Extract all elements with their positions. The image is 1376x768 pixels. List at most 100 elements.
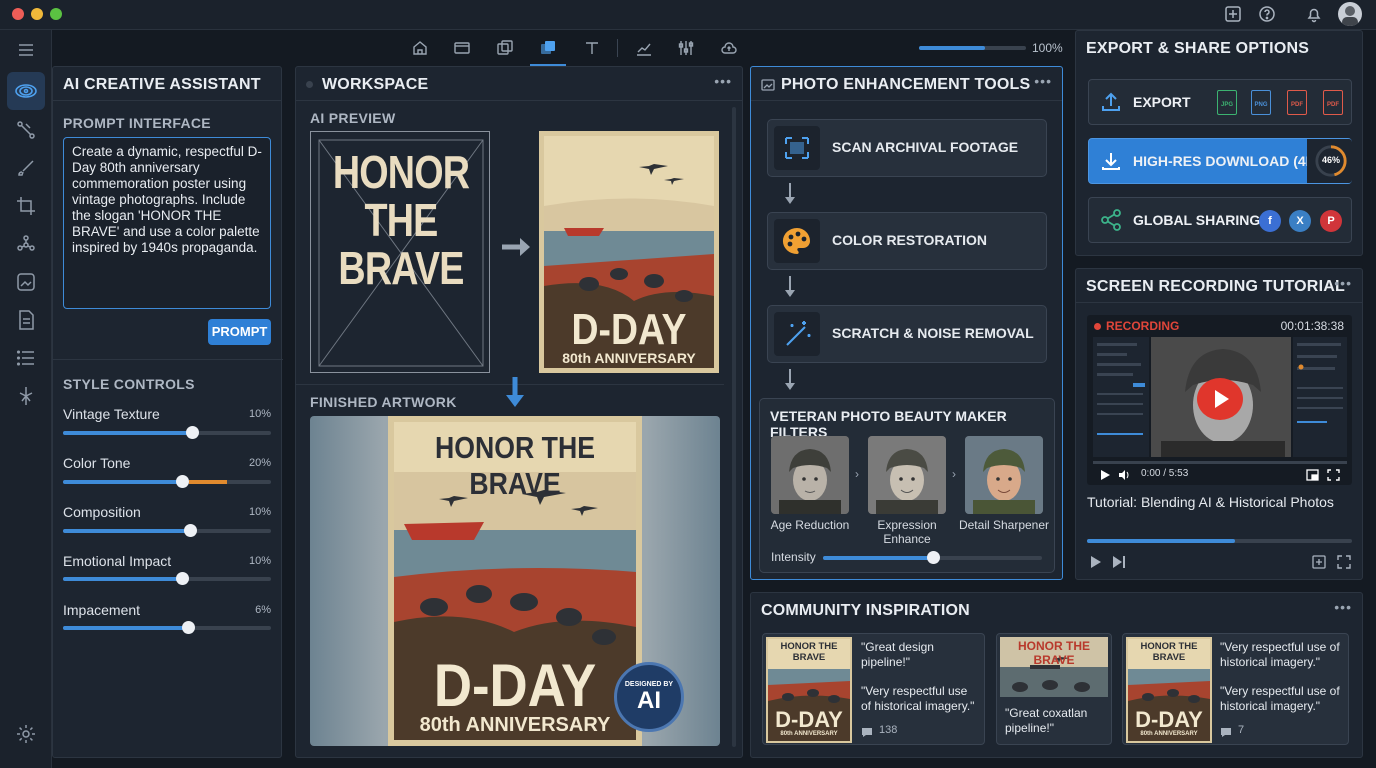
more-options-icon[interactable]: •••	[714, 73, 732, 89]
sidebar-item-ai[interactable]	[7, 72, 45, 110]
fullscreen-icon[interactable]	[1327, 468, 1340, 481]
global-sharing-button[interactable]: GLOBAL SHARING f X P	[1088, 197, 1352, 243]
chevron-right-icon: ›	[855, 467, 859, 481]
slider-thumb[interactable]	[926, 551, 940, 564]
preview-poster-title: D-DAY	[571, 305, 687, 354]
slider-thumb[interactable]	[175, 572, 189, 585]
bell-icon[interactable]	[1305, 5, 1323, 23]
minimize-window-button[interactable]	[31, 8, 43, 20]
step-label: SCRATCH & NOISE REMOVAL	[832, 325, 1034, 341]
community-quote: "Very respectful use of historical image…	[1220, 684, 1340, 713]
community-poster-headline: HONOR THE BRAVE	[1140, 641, 1198, 663]
scratch-noise-removal-button[interactable]: SCRATCH & NOISE REMOVAL	[767, 305, 1047, 363]
panel-header: SCREEN RECORDING TUTORIAL •••	[1076, 269, 1362, 303]
pdf-file-icon[interactable]: PDF	[1323, 90, 1343, 115]
slider-track[interactable]	[63, 524, 271, 537]
help-icon[interactable]	[1258, 5, 1276, 23]
community-card[interactable]: HONOR THE BRAVE "Great coxatlan pipeline…	[996, 633, 1112, 745]
preview-poster[interactable]: D-DAY 80th ANNIVERSARY	[539, 131, 719, 373]
community-poster-headline: HONOR THE BRAVE	[780, 641, 838, 663]
menu-icon[interactable]	[14, 38, 38, 62]
slider-fill	[63, 529, 190, 533]
color-restoration-button[interactable]: COLOR RESTORATION	[767, 212, 1047, 270]
filter-age-reduction-thumb[interactable]	[771, 436, 849, 514]
slider-fill	[63, 577, 182, 581]
video-scrubber[interactable]	[1093, 461, 1347, 464]
miniplayer-icon[interactable]	[1306, 468, 1319, 481]
play-icon[interactable]	[1099, 468, 1111, 480]
more-options-icon[interactable]: •••	[1334, 599, 1352, 615]
slider-thumb[interactable]	[181, 621, 195, 634]
settings-gear-icon[interactable]	[14, 722, 38, 746]
layers-icon[interactable]	[496, 39, 514, 57]
document-icon[interactable]	[14, 308, 38, 332]
zoom-slider[interactable]	[919, 46, 1026, 50]
add-to-queue-icon[interactable]	[1312, 555, 1326, 569]
slider-fill	[823, 556, 933, 560]
finished-artwork-frame: HONOR THE BRAVE D-DAY 80th ANNIVERSARY D…	[310, 416, 720, 746]
video-player[interactable]: RECORDING 00:01:38:38 0:00 / 5:53	[1087, 315, 1352, 485]
maximize-window-button[interactable]	[50, 8, 62, 20]
chart-icon[interactable]	[635, 39, 653, 57]
prompt-textarea[interactable]: Create a dynamic, respectful D-Day 80th …	[63, 137, 271, 309]
slider-thumb[interactable]	[175, 475, 189, 488]
filter-detail-sharpener-thumb[interactable]	[965, 436, 1043, 514]
scrollbar[interactable]	[732, 107, 736, 747]
add-square-icon[interactable]	[1224, 5, 1242, 23]
slider-track[interactable]	[63, 426, 271, 439]
high-res-download-button[interactable]: HIGH-RES DOWNLOAD (4K) 46%	[1088, 138, 1352, 184]
nodes-icon[interactable]	[14, 232, 38, 256]
pdf-file-icon[interactable]: PDF	[1287, 90, 1307, 115]
brush-icon[interactable]	[14, 156, 38, 180]
slider-thumb[interactable]	[185, 426, 199, 439]
facebook-icon[interactable]: f	[1259, 210, 1281, 232]
png-file-icon[interactable]: PNG	[1251, 90, 1271, 115]
fullscreen-icon[interactable]	[1337, 555, 1351, 569]
intensity-slider[interactable]	[823, 551, 1042, 564]
image-gallery-icon[interactable]	[14, 270, 38, 294]
community-card[interactable]: HONOR THE BRAVE D-DAY 80th ANNIVERSARY "…	[1122, 633, 1349, 745]
jpg-file-icon[interactable]: JPG	[1217, 90, 1237, 115]
sparkle-icon[interactable]	[14, 384, 38, 408]
play-icon[interactable]	[1089, 555, 1102, 569]
flow-arrow-icon	[785, 183, 795, 204]
crop-icon[interactable]	[14, 194, 38, 218]
composite-icon	[539, 39, 557, 57]
composite-tab[interactable]	[530, 30, 566, 66]
adjust-icon[interactable]	[677, 39, 695, 57]
sketch-preview[interactable]: HONOR THE BRAVE	[310, 131, 490, 373]
more-options-icon[interactable]: •••	[1034, 73, 1052, 89]
arrow-down-icon	[504, 375, 526, 409]
home-icon[interactable]	[411, 39, 429, 57]
skip-next-icon[interactable]	[1112, 555, 1126, 569]
scan-archival-footage-button[interactable]: SCAN ARCHIVAL FOOTAGE	[767, 119, 1047, 177]
path-tool-icon[interactable]	[14, 118, 38, 142]
export-button[interactable]: EXPORT JPG PNG PDF PDF	[1088, 79, 1352, 125]
community-quote: "Great design pipeline!"	[861, 640, 934, 669]
x-icon[interactable]: X	[1289, 210, 1311, 232]
video-right-ui	[1293, 337, 1347, 457]
tutorial-progress[interactable]	[1087, 539, 1352, 543]
finished-poster[interactable]: HONOR THE BRAVE D-DAY 80th ANNIVERSARY	[388, 416, 642, 746]
panel-title: COMMUNITY INSPIRATION	[761, 602, 970, 619]
prompt-button[interactable]: PROMPT	[208, 319, 271, 345]
volume-icon[interactable]	[1118, 468, 1131, 480]
avatar[interactable]	[1338, 2, 1362, 26]
pinterest-icon[interactable]: P	[1320, 210, 1342, 232]
more-options-icon[interactable]: •••	[1334, 275, 1352, 291]
play-overlay-button[interactable]	[1197, 378, 1243, 420]
close-window-button[interactable]	[12, 8, 24, 20]
cloud-icon[interactable]	[720, 39, 738, 57]
filter-expression-enhance-thumb[interactable]	[868, 436, 946, 514]
slider-track[interactable]	[63, 621, 271, 634]
scan-icon	[774, 126, 820, 170]
community-inspiration-panel: COMMUNITY INSPIRATION ••• HONOR THE BRAV…	[750, 592, 1363, 758]
text-icon[interactable]	[583, 39, 601, 57]
slider-thumb[interactable]	[183, 524, 197, 537]
slider-track[interactable]	[63, 572, 271, 585]
community-card[interactable]: HONOR THE BRAVE D-DAY 80th ANNIVERSARY "…	[762, 633, 985, 745]
list-icon[interactable]	[14, 346, 38, 370]
zoom-label: 100%	[1032, 41, 1063, 55]
panel-icon[interactable]	[453, 39, 471, 57]
slider-track[interactable]	[63, 475, 271, 488]
